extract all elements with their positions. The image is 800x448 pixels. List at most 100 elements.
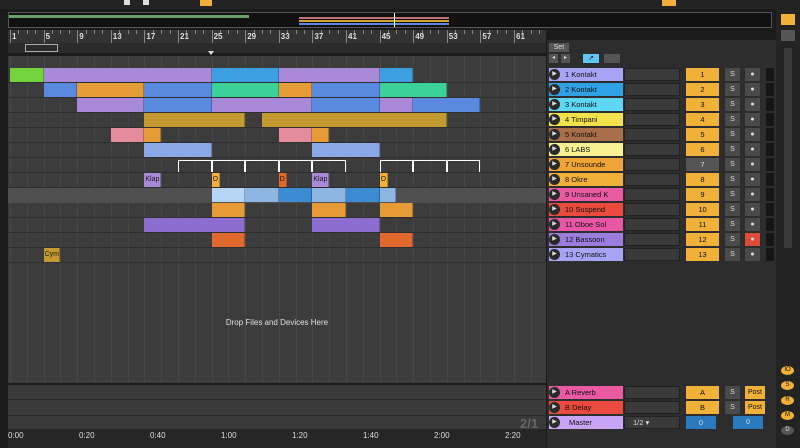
return-name[interactable]: B Delay [549, 401, 623, 414]
arrangement-view[interactable]: Klap O D Klap O Cym [8, 56, 546, 383]
arm-button[interactable]: ● [745, 158, 760, 171]
clip[interactable] [211, 233, 246, 247]
clip[interactable] [211, 68, 279, 82]
track-row[interactable]: 9 Unsaned K ▶ 9 S ● [547, 188, 777, 203]
clip[interactable] [278, 83, 313, 97]
clip[interactable] [312, 218, 380, 232]
clip[interactable] [110, 128, 145, 142]
clip[interactable] [278, 188, 313, 202]
clip-slot[interactable] [624, 401, 680, 414]
solo-button[interactable]: S [725, 203, 740, 216]
clip-launch-icon[interactable]: ▶ [549, 174, 560, 185]
track-name[interactable]: 10 Suspend [549, 203, 623, 216]
solo-button[interactable]: S [725, 113, 740, 126]
track-row[interactable]: 12 Bassoon ▶ 12 S ● [547, 233, 777, 248]
arm-button[interactable]: ● [745, 173, 760, 186]
track-row[interactable]: 2 Kontakt ▶ 2 S ● [547, 83, 777, 98]
clip-slot[interactable] [624, 203, 680, 216]
clip-slot[interactable] [624, 233, 680, 246]
clip-slot[interactable] [624, 218, 680, 231]
track-name[interactable]: 5 Kontakt [549, 128, 623, 141]
clip-slot[interactable] [624, 173, 680, 186]
clip[interactable] [312, 188, 346, 202]
clip-launch-icon[interactable]: ▶ [549, 387, 560, 398]
track-lane[interactable] [8, 143, 546, 158]
clip[interactable] [144, 143, 212, 157]
track-lane[interactable] [8, 248, 546, 263]
io-toggle-io[interactable]: IO [781, 366, 794, 375]
clip[interactable]: Cym [43, 248, 61, 262]
track-lane[interactable] [8, 128, 546, 143]
clip-launch-icon[interactable]: ▶ [549, 219, 560, 230]
scrollbar[interactable] [784, 48, 792, 248]
clip[interactable] [144, 113, 246, 127]
return-activator[interactable]: B [686, 401, 719, 414]
solo-button[interactable]: S [725, 173, 740, 186]
clip[interactable] [144, 128, 162, 142]
track-name[interactable]: 6 LABS [549, 143, 623, 156]
track-lane[interactable] [8, 233, 546, 248]
clip[interactable] [379, 233, 414, 247]
io-toggle-s[interactable]: S [781, 381, 794, 390]
loop-bar[interactable] [8, 43, 546, 55]
clip[interactable] [312, 143, 380, 157]
clip-launch-icon[interactable]: ▶ [549, 189, 560, 200]
arm-button[interactable]: ● [745, 218, 760, 231]
clip[interactable] [144, 98, 212, 112]
track-row[interactable]: 5 Kontakt ▶ 5 S ● [547, 128, 777, 143]
clip[interactable] [245, 188, 279, 202]
clip[interactable] [77, 98, 145, 112]
track-activator[interactable]: 7 [686, 158, 719, 171]
play-icon[interactable] [124, 0, 130, 5]
solo-button[interactable]: S [725, 98, 740, 111]
clip[interactable]: Klap [144, 173, 162, 187]
clip-slot[interactable] [624, 113, 680, 126]
track-row[interactable]: 1 Kontakt ▶ 1 S ● [547, 68, 777, 83]
clip-launch-icon[interactable]: ▶ [549, 129, 560, 140]
track-row[interactable]: 3 Kontakt ▶ 3 S ● [547, 98, 777, 113]
clip[interactable] [278, 68, 380, 82]
track-name[interactable]: 1 Kontakt [549, 68, 623, 81]
track-name[interactable]: 9 Unsaned K [549, 188, 623, 201]
time-ruler[interactable]: 0:00 0:20 0:40 1:00 1:20 1:40 2:00 2:20 [8, 429, 546, 448]
clip[interactable] [144, 83, 212, 97]
solo-button[interactable]: S [725, 83, 740, 96]
arm-button[interactable]: ● [745, 113, 760, 126]
panel-toggle-icon[interactable] [781, 30, 795, 41]
master-row[interactable]: Master ▶ 1/2 ▾ 0 0 [547, 416, 777, 431]
track-lane[interactable] [8, 203, 546, 218]
clip-slot[interactable] [624, 386, 680, 399]
track-row[interactable]: 7 Unsounde ▶ 7 S ● [547, 158, 777, 173]
track-lane[interactable] [8, 173, 546, 188]
clip[interactable]: D [278, 173, 288, 187]
track-name[interactable]: 2 Kontakt [549, 83, 623, 96]
nav-left-icon[interactable]: ◂ [549, 54, 558, 63]
track-activator[interactable]: 9 [686, 188, 719, 201]
record-button[interactable] [200, 0, 212, 6]
arm-button[interactable]: ● [745, 83, 760, 96]
clip-launch-icon[interactable]: ▶ [549, 234, 560, 245]
arm-button[interactable]: ● [745, 128, 760, 141]
clip[interactable] [211, 203, 246, 217]
track-activator[interactable]: 4 [686, 113, 719, 126]
clip-slot[interactable] [624, 128, 680, 141]
track-activator[interactable]: 8 [686, 173, 719, 186]
track-name[interactable]: 3 Kontakt [549, 98, 623, 111]
lock-icon[interactable] [604, 54, 620, 63]
track-row[interactable]: 10 Suspend ▶ 10 S ● [547, 203, 777, 218]
clip[interactable] [379, 188, 397, 202]
track-row[interactable]: 4 Timpani ▶ 4 S ● [547, 113, 777, 128]
clip-slot[interactable] [624, 83, 680, 96]
arm-button[interactable]: ● [745, 188, 760, 201]
clip[interactable] [312, 98, 380, 112]
clip[interactable] [211, 188, 246, 202]
arm-button[interactable]: ● [745, 248, 760, 261]
clip[interactable]: O [379, 173, 388, 187]
clip[interactable] [312, 83, 380, 97]
track-row[interactable]: 11 Oboe Sol ▶ 11 S ● [547, 218, 777, 233]
clip-launch-icon[interactable]: ▶ [549, 99, 560, 110]
track-activator[interactable]: 5 [686, 128, 719, 141]
clip[interactable] [312, 128, 330, 142]
solo-button[interactable]: S [725, 188, 740, 201]
io-toggle-m[interactable]: M [781, 411, 794, 420]
